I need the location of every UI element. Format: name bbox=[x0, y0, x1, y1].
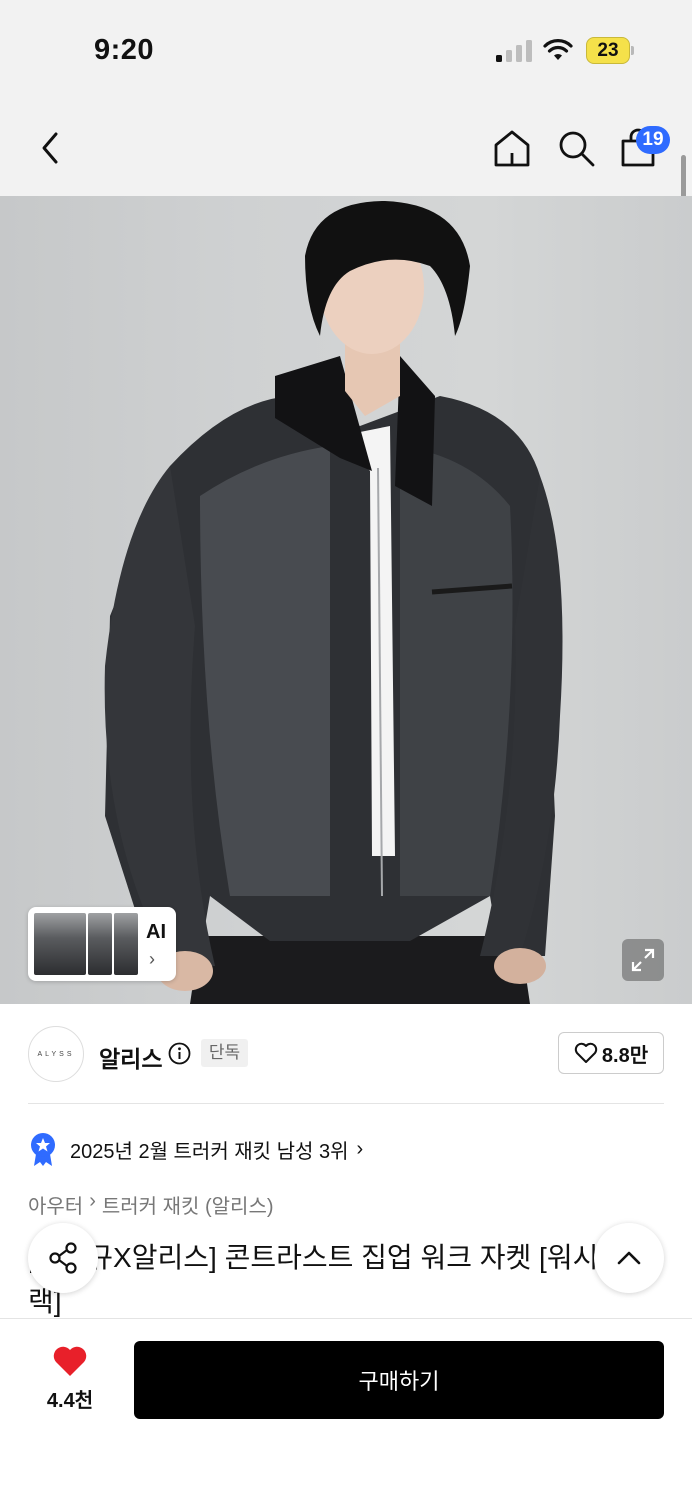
chevron-up-icon bbox=[617, 1251, 641, 1265]
exclusive-badge: 단독 bbox=[201, 1039, 248, 1067]
ai-label: AI bbox=[146, 921, 166, 943]
brand-name[interactable]: 알리스 bbox=[99, 1040, 162, 1074]
status-time: 9:20 bbox=[94, 34, 155, 66]
brand-logo[interactable]: ALYSS bbox=[28, 1026, 84, 1082]
chevron-right-icon: › bbox=[356, 1137, 364, 1160]
battery-level: 23 bbox=[597, 40, 619, 61]
brand-logo-text: ALYSS bbox=[37, 1050, 75, 1058]
ranking-text: 2025년 2월 트러커 재킷 남성 3위 bbox=[70, 1140, 349, 1163]
share-button[interactable] bbox=[28, 1223, 98, 1293]
heart-filled-icon bbox=[53, 1346, 87, 1376]
share-icon bbox=[49, 1242, 77, 1274]
product-title: [최진규X알리스] 콘트라스트 집업 워크 자켓 [워시드블랙] bbox=[28, 1242, 650, 1317]
cart-count-badge: 19 bbox=[636, 126, 670, 154]
home-button[interactable] bbox=[488, 124, 536, 172]
search-icon bbox=[559, 131, 595, 167]
breadcrumb-subcategory[interactable]: 트러커 재킷 (알리스) bbox=[102, 1190, 274, 1219]
chevron-left-icon bbox=[42, 132, 58, 164]
expand-icon bbox=[631, 948, 655, 972]
styling-thumbnail bbox=[34, 913, 86, 975]
model-wearing-jacket-illustration bbox=[104, 201, 563, 1004]
brand-like-button[interactable]: 8.8만 bbox=[558, 1032, 664, 1074]
styling-thumbnail bbox=[88, 913, 112, 975]
info-icon[interactable] bbox=[168, 1042, 191, 1065]
cellular-signal-icon bbox=[496, 40, 532, 62]
product-like-count: 4.4천 bbox=[46, 1390, 94, 1412]
breadcrumb: 아우터 › 트러커 재킷 (알리스) bbox=[28, 1190, 274, 1219]
ai-styling-thumbnails bbox=[34, 913, 138, 975]
ranking-link[interactable]: 2025년 2월 트러커 재킷 남성 3위 › bbox=[28, 1132, 363, 1166]
heart-outline-icon bbox=[574, 1042, 598, 1063]
home-icon bbox=[494, 130, 530, 167]
wifi-icon bbox=[543, 39, 573, 60]
back-button[interactable] bbox=[26, 124, 74, 172]
styling-thumbnail bbox=[114, 913, 138, 975]
scroll-to-top-button[interactable] bbox=[594, 1223, 664, 1293]
battery-icon: 23 bbox=[586, 37, 634, 64]
search-button[interactable] bbox=[552, 124, 600, 172]
buy-button[interactable]: 구매하기 bbox=[134, 1341, 664, 1419]
chevron-right-icon: › bbox=[89, 1190, 96, 1212]
ranking-medal-icon bbox=[31, 1133, 55, 1166]
breadcrumb-category[interactable]: 아우터 bbox=[28, 1190, 83, 1219]
ai-styling-card[interactable]: AI › bbox=[28, 907, 176, 981]
expand-image-button[interactable] bbox=[622, 939, 664, 981]
status-bar: 9:20 23 bbox=[0, 0, 692, 100]
product-like-button[interactable]: 4.4천 bbox=[36, 1344, 104, 1414]
divider bbox=[28, 1103, 664, 1104]
chevron-right-icon: › bbox=[149, 949, 155, 969]
top-nav-bar bbox=[0, 100, 692, 196]
product-image[interactable] bbox=[0, 196, 692, 1004]
brand-like-count: 8.8만 bbox=[601, 1044, 649, 1067]
